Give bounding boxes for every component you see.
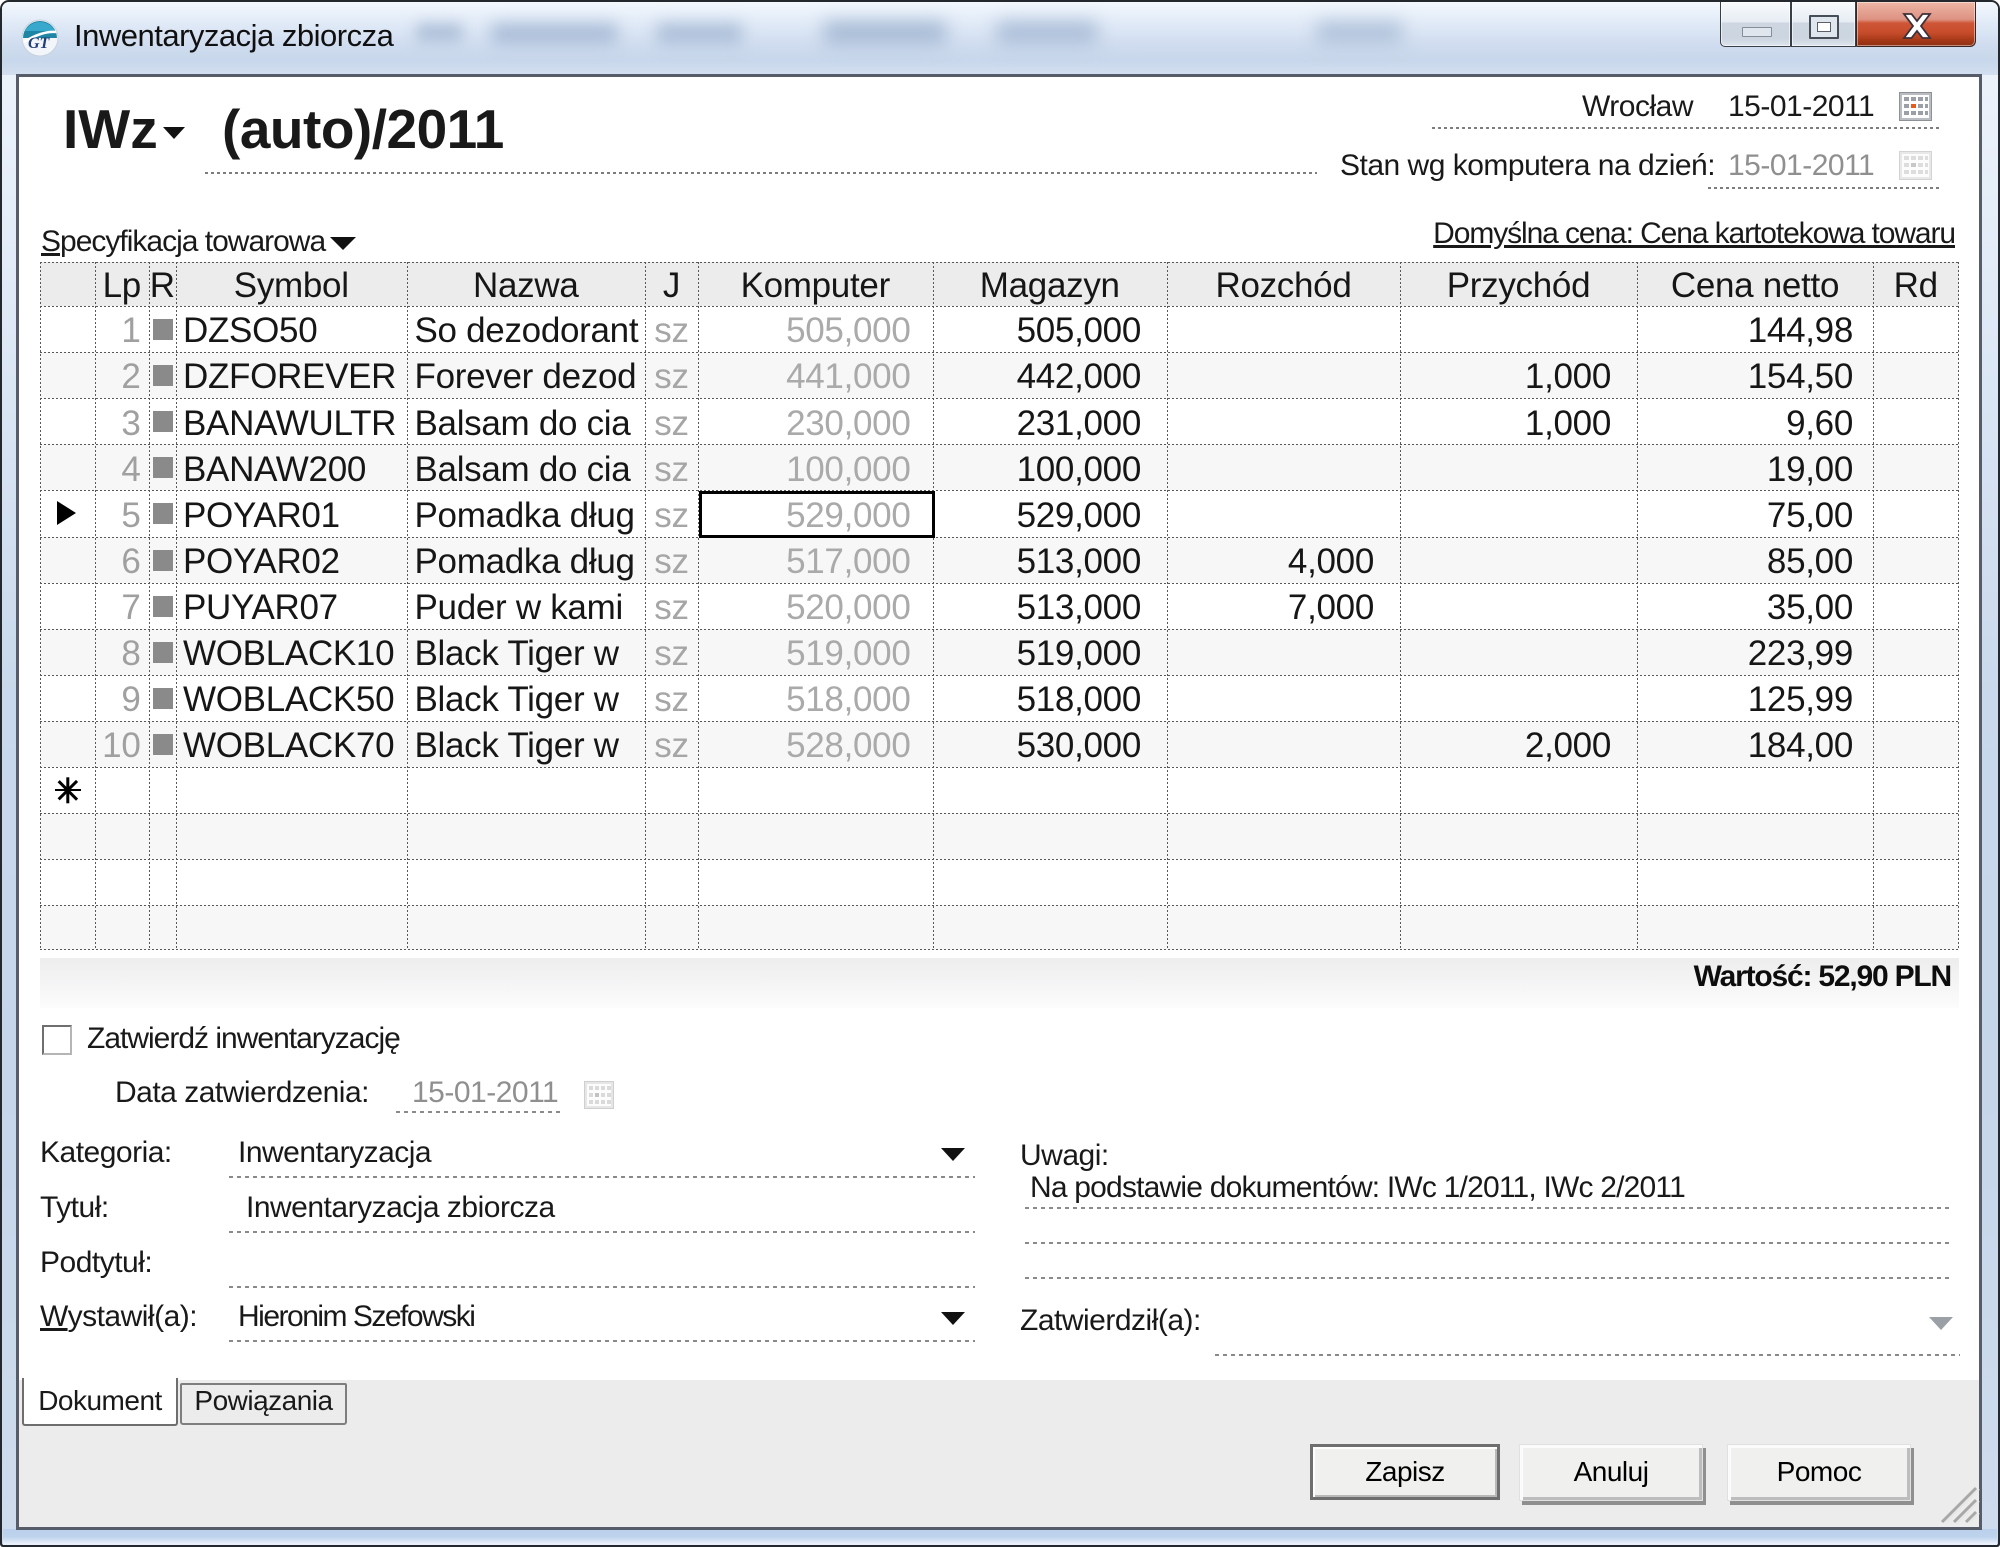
svg-text:GT: GT [28, 35, 51, 52]
